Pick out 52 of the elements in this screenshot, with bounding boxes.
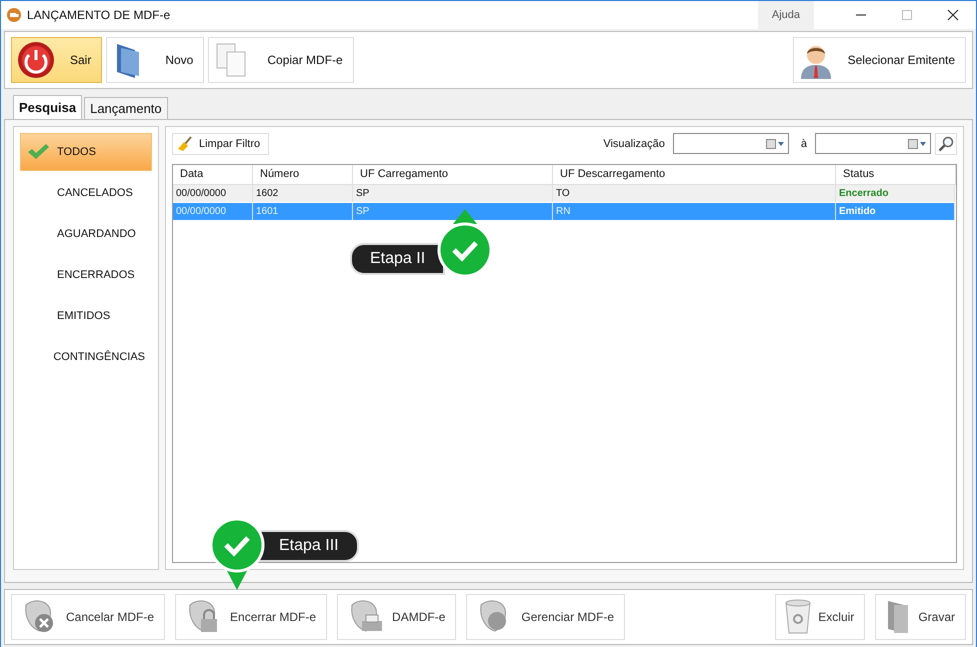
action-button[interactable]: Excluir <box>775 594 866 640</box>
toolbar-button[interactable]: Sair <box>11 36 102 83</box>
date-field[interactable] <box>672 133 789 154</box>
trash-icon <box>784 599 812 636</box>
column-header[interactable]: UF Carregamento <box>353 164 553 184</box>
search-button[interactable] <box>935 132 957 155</box>
table-row[interactable]: 00/00/0000 1602 SP TO Encerrado <box>173 184 955 203</box>
broom-icon <box>177 136 193 152</box>
filter-item[interactable]: ENCERRADOS <box>20 256 152 294</box>
step-label: Etapa II <box>350 243 446 275</box>
power-icon <box>16 40 56 80</box>
tab[interactable]: Lançamento <box>84 96 168 119</box>
action-button[interactable]: Gerenciar MDF-e <box>466 594 626 640</box>
column-header[interactable]: Data <box>173 164 253 184</box>
table-cell: RN <box>553 202 836 220</box>
column-header[interactable]: Número <box>253 164 353 184</box>
tab[interactable]: Pesquisa <box>13 94 82 119</box>
filter-item[interactable]: AGUARDANDO <box>20 214 152 253</box>
app-logo-icon <box>7 8 21 22</box>
table-cell: SP <box>353 184 553 202</box>
table-cell: Encerrado <box>836 184 955 202</box>
view-label: Visualização <box>603 138 665 150</box>
column-header[interactable]: Status <box>836 164 956 184</box>
toolbar-button[interactable]: Selecionar Emitente <box>792 36 966 83</box>
window-title: LANÇAMENTO DE MDF-e <box>27 8 170 22</box>
table-cell: TO <box>553 184 836 202</box>
filter-item[interactable]: TODOS <box>20 132 152 171</box>
calendar-dropdown-icon[interactable] <box>766 138 786 149</box>
action-button[interactable]: Cancelar MDF-e <box>11 594 166 640</box>
filter-item[interactable]: CONTINGÊNCIAS <box>20 338 152 376</box>
table-cell: 00/00/0000 <box>173 184 253 202</box>
action-button[interactable]: Gravar <box>875 594 966 640</box>
help-menu[interactable]: Ajuda <box>758 1 814 29</box>
action-button[interactable]: Encerrar MDF-e <box>175 594 328 640</box>
clear-filter-button[interactable]: Limpar Filtro <box>172 132 270 155</box>
filter-item[interactable]: CANCELADOS <box>20 174 152 212</box>
step-label: Etapa III <box>257 530 359 562</box>
date-field[interactable] <box>815 133 931 154</box>
table-cell: 00/00/0000 <box>173 202 253 220</box>
check-icon <box>27 144 49 160</box>
table-cell: 1601 <box>253 202 353 220</box>
action-button[interactable]: DAMDF-e <box>337 594 456 640</box>
calendar-dropdown-icon[interactable] <box>908 138 928 149</box>
table-cell: Emitido <box>836 202 955 220</box>
column-header[interactable]: UF Descarregamento <box>553 164 836 184</box>
toolbar-button[interactable]: Copiar MDF-e <box>208 36 354 83</box>
to-label: à <box>800 138 807 150</box>
search-icon <box>938 136 954 152</box>
close-icon[interactable] <box>947 9 959 21</box>
filter-item[interactable]: EMITIDOS <box>20 296 152 335</box>
table-cell: 1602 <box>253 184 353 202</box>
toolbar-button[interactable]: Novo <box>106 36 204 83</box>
